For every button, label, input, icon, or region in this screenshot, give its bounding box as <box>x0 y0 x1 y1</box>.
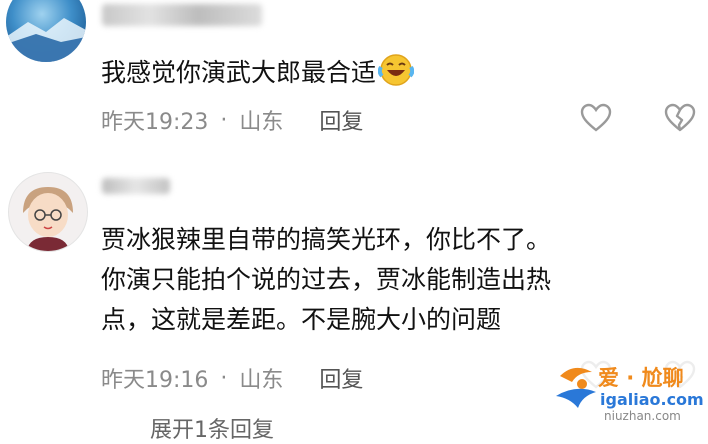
comment-line: 你演只能拍个说的过去，贾冰能制造出热 <box>101 265 552 294</box>
comment-text: 贾冰狠辣里自带的搞笑光环，你比不了。 你演只能拍个说的过去，贾冰能制造出热 点，… <box>101 220 551 340</box>
location: 山东 <box>239 110 284 135</box>
cartoon-person-icon <box>23 187 73 251</box>
watermark-domain-2: niuzhan.com <box>604 409 681 423</box>
laughing-emoji-icon <box>377 52 415 96</box>
location: 山东 <box>239 368 284 393</box>
comment-1: 我感觉你演武大郎最合适 昨天19:23 · 山东 回复 <box>0 0 708 150</box>
comment-meta: 昨天19:23 · 山东 回复 <box>101 104 363 136</box>
reply-button[interactable]: 回复 <box>319 104 363 136</box>
expand-replies-button[interactable]: 展开1条回复 <box>150 412 274 444</box>
avatar[interactable] <box>8 172 88 252</box>
comment-line: 贾冰狠辣里自带的搞笑光环，你比不了。 <box>101 225 552 254</box>
landscape-icon <box>6 18 86 62</box>
comment-line: 我感觉你演武大郎最合适 <box>101 58 377 87</box>
watermark-domain: igaliao.com <box>600 390 704 409</box>
dislike-broken-heart-icon[interactable] <box>664 103 696 137</box>
reply-button[interactable]: 回复 <box>319 362 363 394</box>
timestamp: 昨天19:23 <box>101 110 209 135</box>
comment-meta: 昨天19:16 · 山东 回复 <box>101 362 363 394</box>
like-heart-icon[interactable] <box>580 103 612 137</box>
watermark-title: 爱 · 尬聊 <box>598 366 684 390</box>
comment-text: 我感觉你演武大郎最合适 <box>101 52 415 96</box>
comment-line: 点，这就是差距。不是腕大小的问题 <box>101 305 502 334</box>
watermark-logo-icon <box>556 367 596 408</box>
timestamp: 昨天19:16 <box>101 368 209 393</box>
username-blurred[interactable] <box>102 178 170 194</box>
avatar[interactable] <box>6 0 86 62</box>
separator-dot: · <box>220 365 228 391</box>
watermark: 爱 · 尬聊 igaliao.com niuzhan.com <box>548 360 708 427</box>
username-blurred[interactable] <box>102 4 262 26</box>
separator-dot: · <box>220 107 228 133</box>
